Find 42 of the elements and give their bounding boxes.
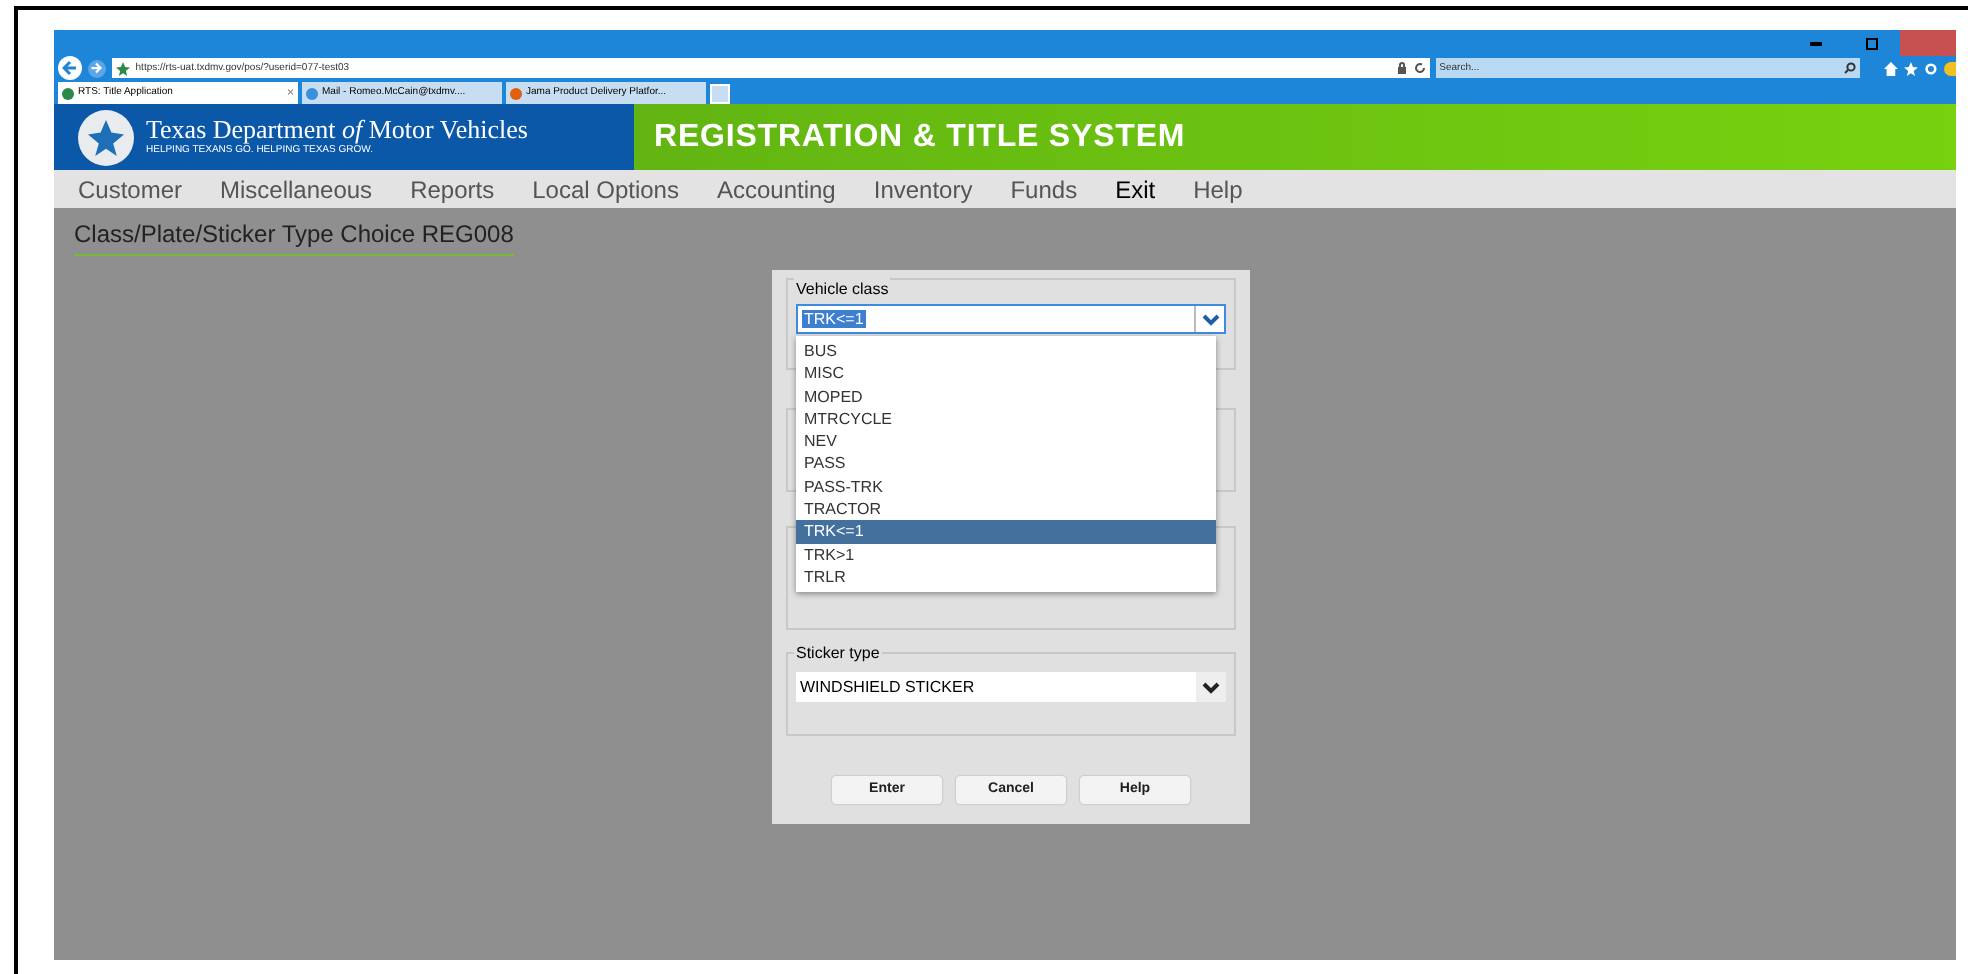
menu-item[interactable]: Help	[1193, 171, 1243, 207]
dropdown-option[interactable]: TRLR	[796, 565, 1216, 589]
dropdown-option[interactable]: TRACTOR	[796, 498, 1216, 521]
menu-item[interactable]: Reports	[410, 171, 495, 207]
system-title: REGISTRATION & TITLE SYSTEM	[654, 117, 1186, 157]
agency-name: Texas Department of Motor Vehicles	[146, 116, 528, 144]
tab-icon	[62, 87, 74, 99]
group-label: Sticker type	[794, 642, 882, 666]
chevron-down-icon	[1201, 313, 1219, 325]
dropdown-option[interactable]: PASS-TRK	[796, 475, 1216, 499]
favorites-star-icon[interactable]	[1904, 61, 1919, 75]
tab-icon	[306, 87, 318, 99]
dropdown-option[interactable]: NEV	[796, 430, 1216, 453]
dropdown-option[interactable]: MTRCYCLE	[796, 407, 1216, 431]
lock-icon	[1395, 62, 1408, 74]
settings-icon[interactable]	[1924, 61, 1939, 75]
dropdown-option[interactable]: BUS	[796, 340, 1216, 363]
menu-item[interactable]: Local Options	[532, 171, 679, 207]
star-icon	[115, 61, 130, 75]
search-icon[interactable]	[1844, 62, 1857, 74]
page-title: Class/Plate/Sticker Type Choice REG008	[74, 216, 514, 256]
menu-item[interactable]: Miscellaneous	[220, 171, 373, 207]
menu-item[interactable]: Exit	[1115, 171, 1156, 207]
chevron-down-icon	[1202, 681, 1220, 693]
menu-item[interactable]: Accounting	[716, 171, 836, 207]
home-icon[interactable]	[1884, 61, 1899, 75]
menu-item[interactable]: Customer	[78, 171, 183, 207]
dropdown-toggle[interactable]	[1194, 306, 1224, 332]
dropdown-toggle[interactable]	[1196, 672, 1226, 702]
menu-item[interactable]: Inventory	[873, 171, 973, 207]
dropdown-option[interactable]: MISC	[796, 362, 1216, 386]
dropdown-option[interactable]: TRK<=1	[796, 520, 1216, 544]
dropdown-option[interactable]: TRK>1	[796, 543, 1216, 566]
tab-icon	[510, 87, 522, 99]
dropdown-option[interactable]: MOPED	[796, 385, 1216, 408]
menu-item[interactable]: Funds	[1010, 171, 1078, 207]
forward-button[interactable]	[87, 59, 106, 77]
vehicle-class-dropdown[interactable]: TRK<=1	[796, 304, 1226, 334]
logo-icon	[78, 109, 134, 165]
back-button[interactable]	[58, 56, 82, 80]
dropdown-option[interactable]: PASS	[796, 452, 1216, 476]
refresh-icon[interactable]	[1413, 62, 1426, 74]
